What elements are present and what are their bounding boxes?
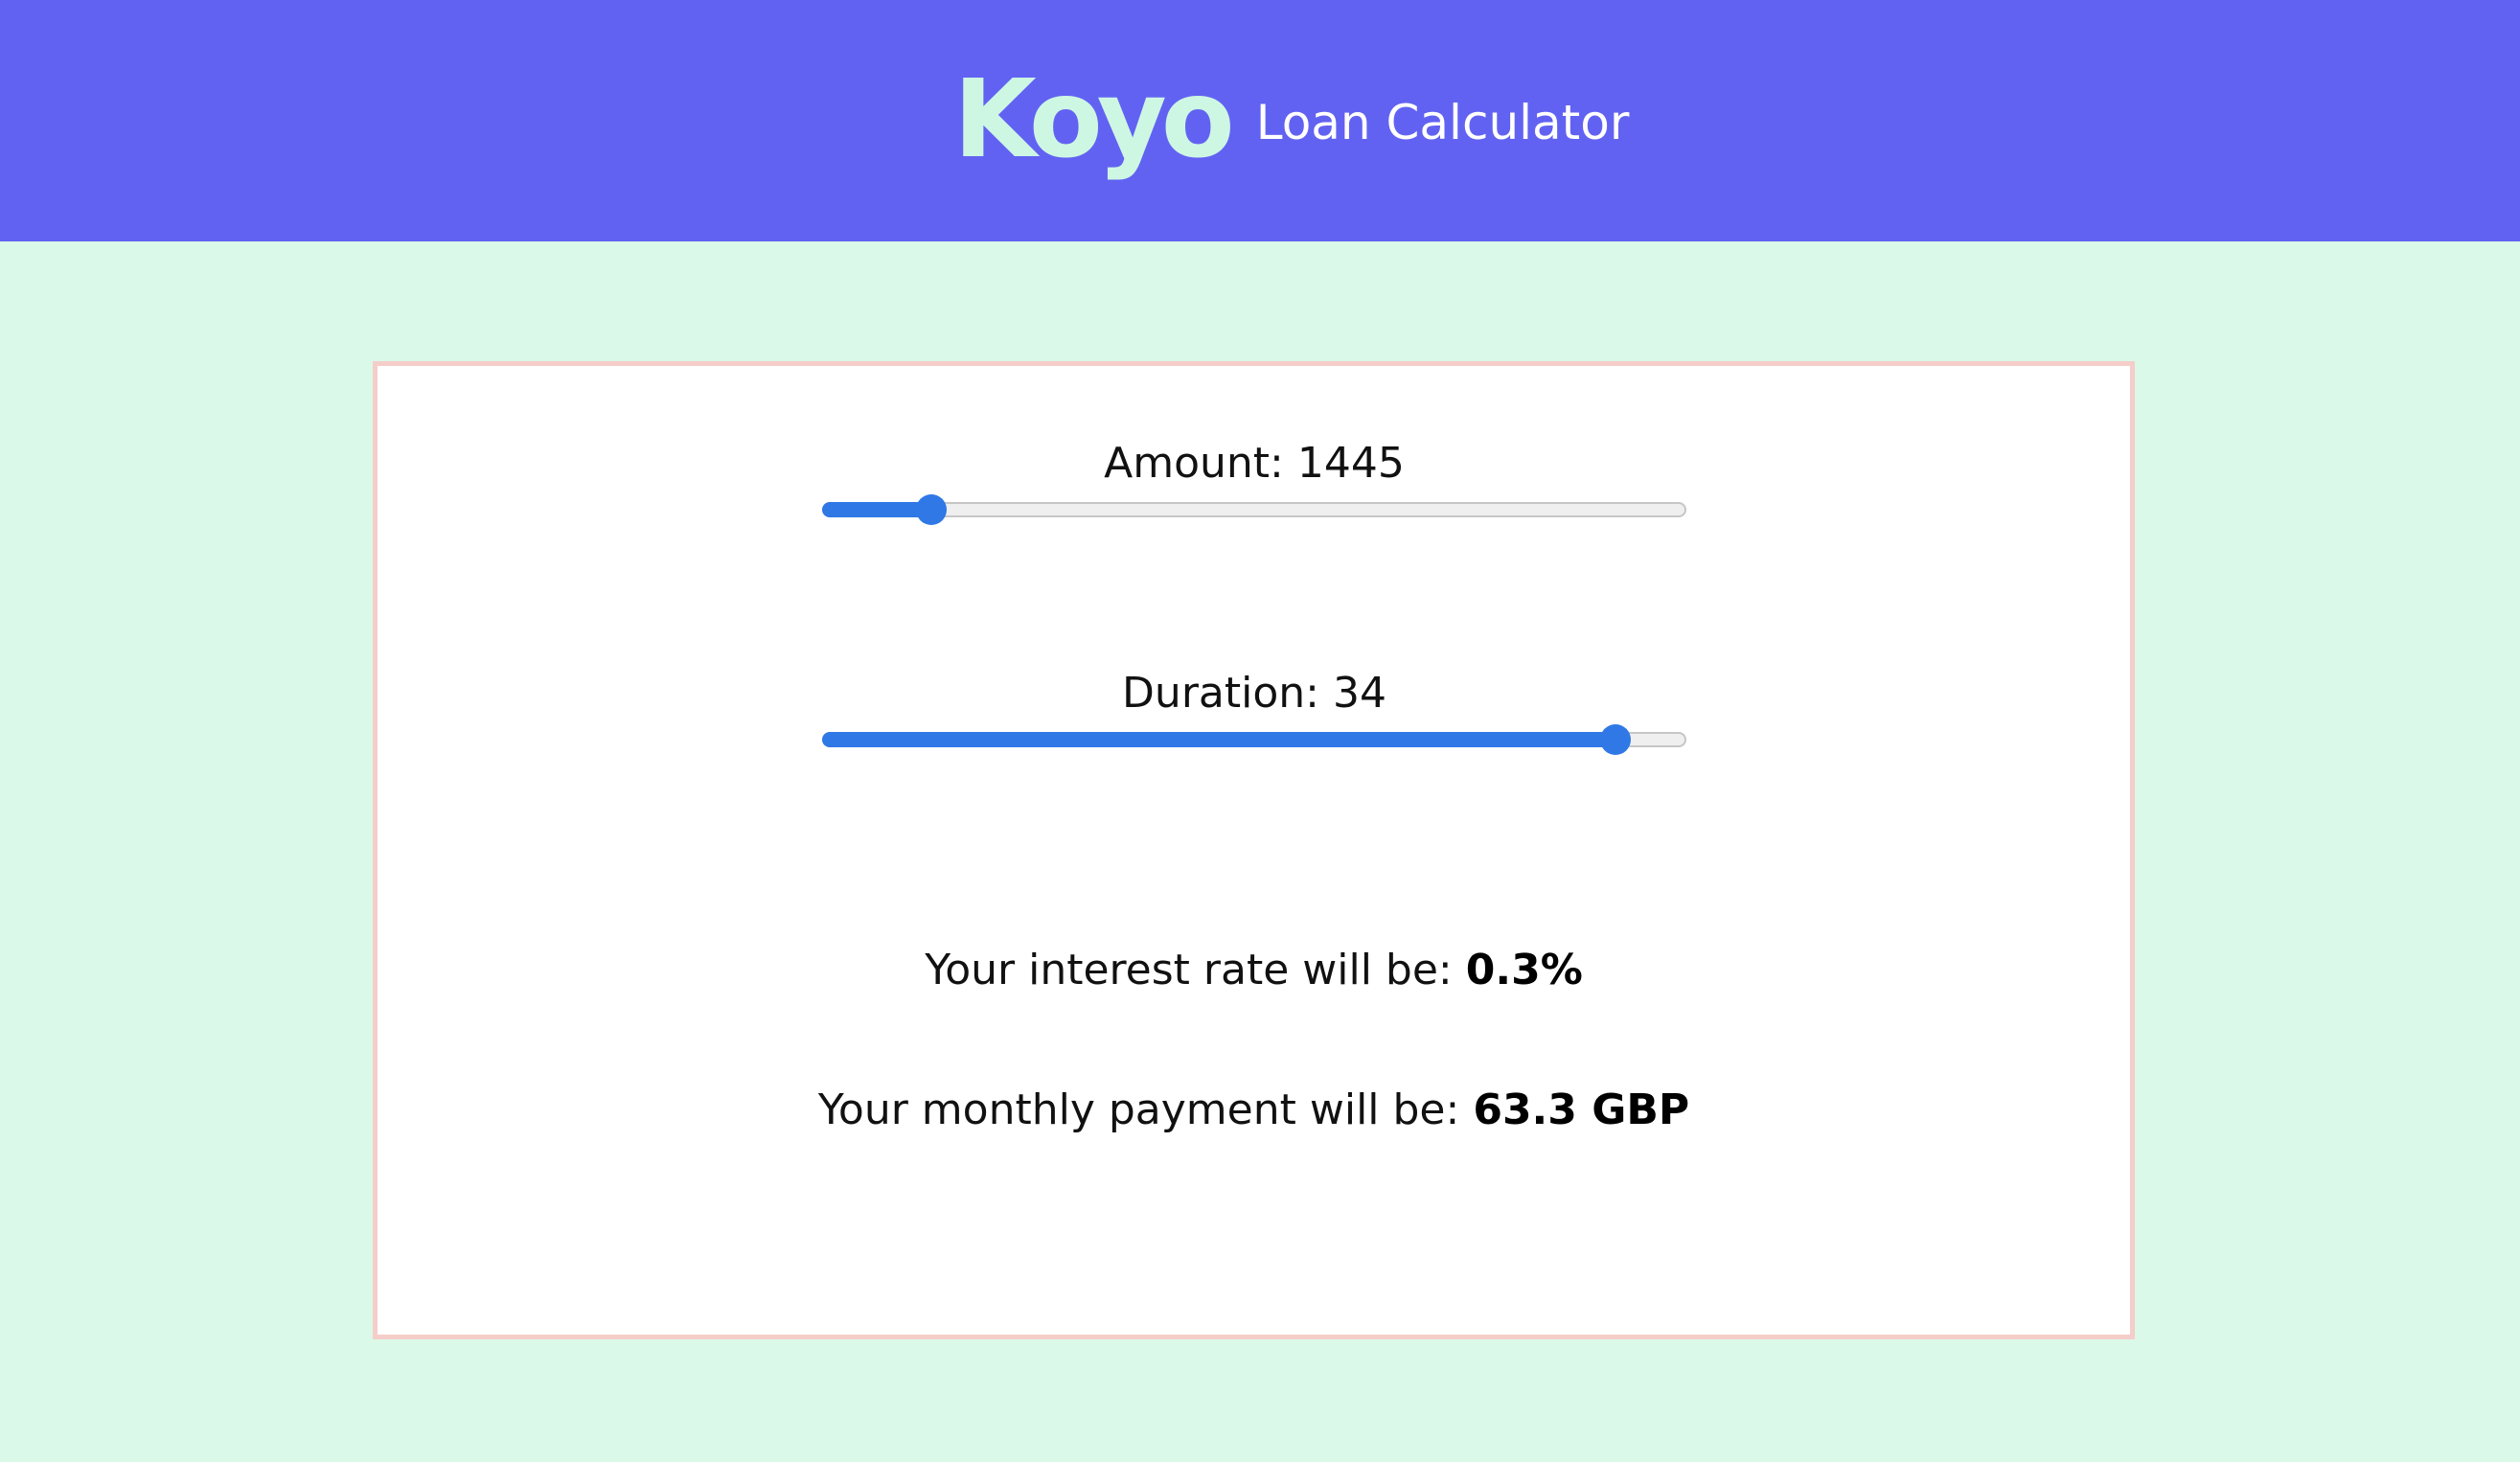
interest-rate-label: Your interest rate will be: — [925, 946, 1453, 994]
app-title: Loan Calculator — [1255, 95, 1630, 150]
duration-label: Duration: 34 — [1122, 669, 1386, 718]
duration-control: Duration: 34 — [822, 669, 1686, 755]
duration-slider[interactable] — [822, 724, 1686, 755]
interest-rate-value: 0.3% — [1465, 946, 1583, 994]
monthly-payment-result: Your monthly payment will be: 63.3 GBP — [378, 1085, 2130, 1134]
brand: Koyo Loan Calculator — [953, 57, 1629, 182]
amount-slider-thumb[interactable] — [916, 494, 948, 525]
duration-slider-thumb[interactable] — [1600, 724, 1632, 755]
koyo-logo: Koyo — [953, 57, 1235, 182]
amount-label: Amount: 1445 — [1104, 439, 1405, 488]
monthly-payment-label: Your monthly payment will be: — [817, 1085, 1460, 1134]
calculator-card: Amount: 1445 Duration: 34 Your interest … — [373, 361, 2135, 1339]
app-header: Koyo Loan Calculator — [0, 0, 2520, 241]
amount-slider-fill — [822, 502, 930, 517]
duration-slider-fill — [822, 732, 1615, 747]
interest-rate-result: Your interest rate will be: 0.3% — [378, 946, 2130, 994]
amount-control: Amount: 1445 — [822, 439, 1686, 525]
monthly-payment-value: 63.3 GBP — [1473, 1085, 1690, 1134]
amount-slider[interactable] — [822, 494, 1686, 525]
